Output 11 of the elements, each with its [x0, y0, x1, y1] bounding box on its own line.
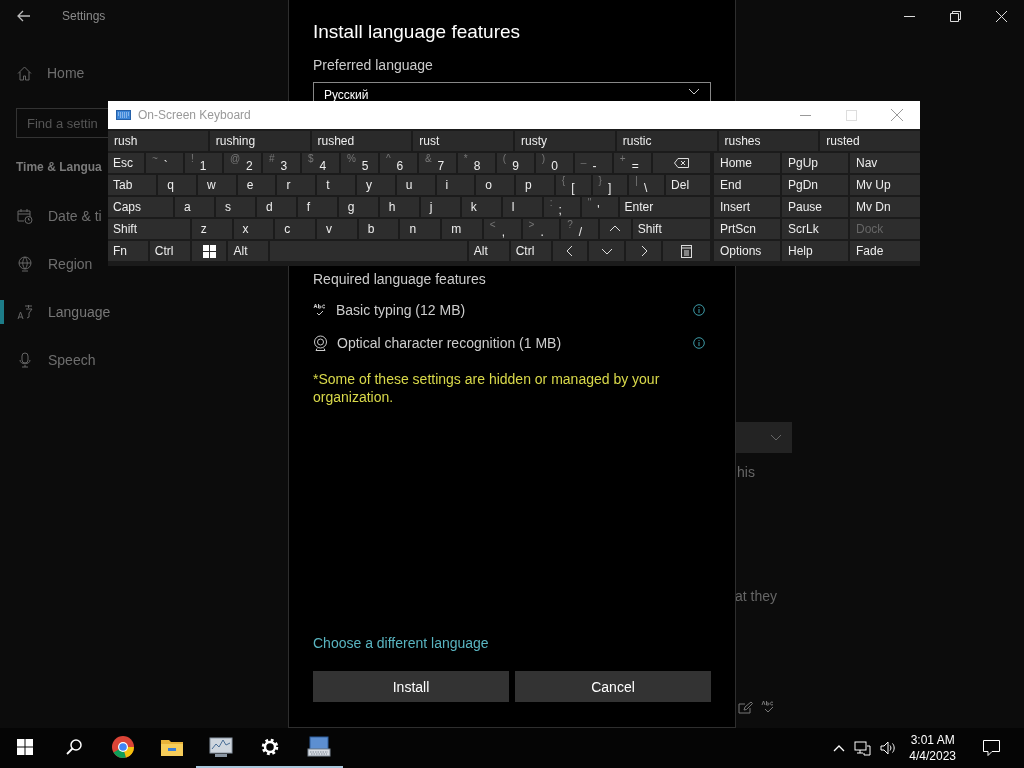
section-heading: Required language features — [313, 271, 487, 287]
feature-label: Optical character recognition (1 MB) — [337, 335, 563, 351]
window-title: On-Screen Keyboard — [138, 108, 251, 122]
window-title: Settings — [62, 9, 106, 23]
description-text: his — [737, 464, 755, 480]
dialog-title: Install language features — [313, 21, 522, 43]
feature-label: Basic typing (12 MB) — [336, 302, 467, 318]
policy-note: *Some of these settings are hidden or managed by your organization. — [313, 370, 661, 406]
section-heading: Time & Langua — [16, 160, 102, 174]
description-text: at they — [735, 588, 778, 604]
field-label: Preferred language — [313, 57, 434, 73]
